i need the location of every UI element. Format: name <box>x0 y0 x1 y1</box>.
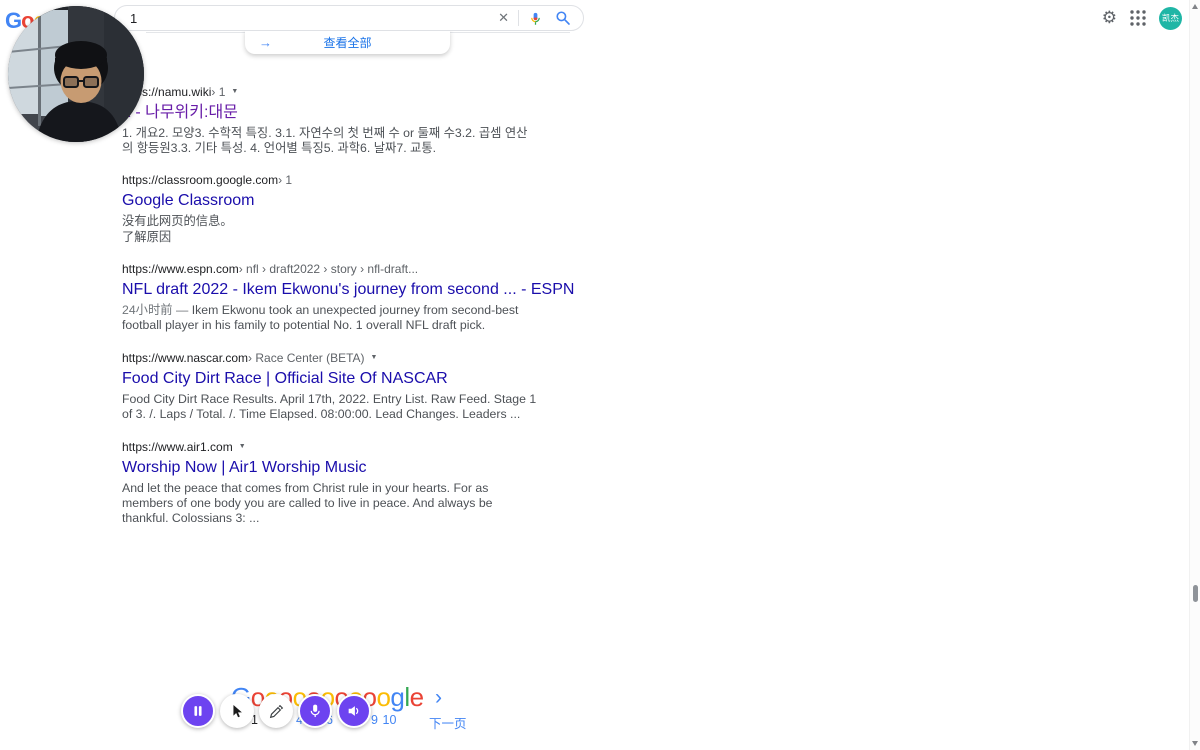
cursor-button[interactable] <box>220 694 254 728</box>
search-result: https://www.air1.com ▼ Worship Now | Air… <box>122 439 538 526</box>
pause-icon <box>190 703 206 719</box>
result-title[interactable]: Worship Now | Air1 Worship Music <box>122 458 538 477</box>
cursor-icon <box>229 703 245 719</box>
result-url[interactable]: https://www.nascar.com › Race Center (BE… <box>122 350 538 365</box>
voice-search-button[interactable] <box>528 11 543 26</box>
pen-button[interactable] <box>259 694 293 728</box>
search-button[interactable] <box>555 10 571 26</box>
apps-grid-icon <box>1129 9 1147 27</box>
search-box[interactable]: ✕ <box>114 5 584 31</box>
microphone-icon <box>307 703 323 719</box>
microphone-icon <box>528 11 543 26</box>
next-page-chevron[interactable]: › <box>435 686 442 710</box>
search-input[interactable] <box>130 11 489 26</box>
chevron-down-icon[interactable]: ▼ <box>371 354 378 361</box>
result-snippet: 24小时前 — Ikem Ekwonu took an unexpected j… <box>122 303 538 333</box>
page-number-10[interactable]: 10 <box>382 713 397 727</box>
result-title[interactable]: 1 - 나무위키:대문 <box>122 103 538 122</box>
result-title[interactable]: Food City Dirt Race | Official Site Of N… <box>122 369 538 388</box>
result-title[interactable]: Google Classroom <box>122 191 538 210</box>
clear-search-button[interactable]: ✕ <box>489 10 518 26</box>
header-actions: ⚙ 凯杰 <box>1102 6 1182 30</box>
chevron-down-icon[interactable]: ▼ <box>231 88 238 95</box>
result-snippet: 1. 개요2. 모양3. 수학적 특징. 3.1. 자연수의 첫 번째 수 or… <box>122 126 538 156</box>
search-result: https://namu.wiki › 1 ▼ 1 - 나무위키:대문 1. 개… <box>122 84 538 156</box>
settings-button[interactable]: ⚙ <box>1102 6 1117 30</box>
mic-button[interactable] <box>298 694 332 728</box>
result-snippet-date: 24小时前 — <box>122 303 192 317</box>
chevron-down-icon[interactable]: ▼ <box>239 443 246 450</box>
result-url[interactable]: https://classroom.google.com › 1 ▼ <box>122 172 538 187</box>
next-page-link[interactable]: 下一页 <box>429 713 467 732</box>
search-result: https://classroom.google.com › 1 ▼ Googl… <box>122 172 538 245</box>
result-url[interactable]: https://namu.wiki › 1 ▼ <box>122 84 538 99</box>
scrollbar-thumb[interactable] <box>1193 585 1198 602</box>
learn-why-link[interactable]: 了解原因 <box>122 230 538 245</box>
search-icon <box>555 10 571 26</box>
result-url[interactable]: https://www.espn.com › nfl › draft2022 ›… <box>122 261 538 276</box>
webcam-video <box>8 6 144 142</box>
scrollbar-track[interactable] <box>1189 0 1200 750</box>
pen-icon <box>269 704 284 719</box>
result-title[interactable]: NFL draft 2022 - Ikem Ekwonu's journey f… <box>122 280 538 299</box>
search-result: https://www.nascar.com › Race Center (BE… <box>122 350 538 422</box>
view-all-label: 查看全部 <box>323 34 371 51</box>
view-all-button[interactable]: → 查看全部 <box>245 30 450 54</box>
scroll-down-button[interactable] <box>1192 741 1198 746</box>
result-snippet: 没有此网页的信息。 <box>122 214 538 229</box>
result-snippet: Food City Dirt Race Results. April 17th,… <box>122 392 538 422</box>
result-snippet: And let the peace that comes from Christ… <box>122 481 538 526</box>
search-divider <box>518 10 519 26</box>
result-url[interactable]: https://www.air1.com ▼ <box>122 439 538 454</box>
recording-toolbar <box>181 694 371 728</box>
speaker-button[interactable] <box>337 694 371 728</box>
pause-button[interactable] <box>181 694 215 728</box>
scroll-up-button[interactable] <box>1192 4 1198 9</box>
avatar[interactable]: 凯杰 <box>1159 7 1182 30</box>
apps-grid-button[interactable] <box>1129 9 1147 27</box>
arrow-right-icon: → <box>259 35 272 50</box>
speaker-icon <box>346 703 362 719</box>
webcam-overlay[interactable] <box>8 6 144 142</box>
search-result: https://www.espn.com › nfl › draft2022 ›… <box>122 261 538 333</box>
